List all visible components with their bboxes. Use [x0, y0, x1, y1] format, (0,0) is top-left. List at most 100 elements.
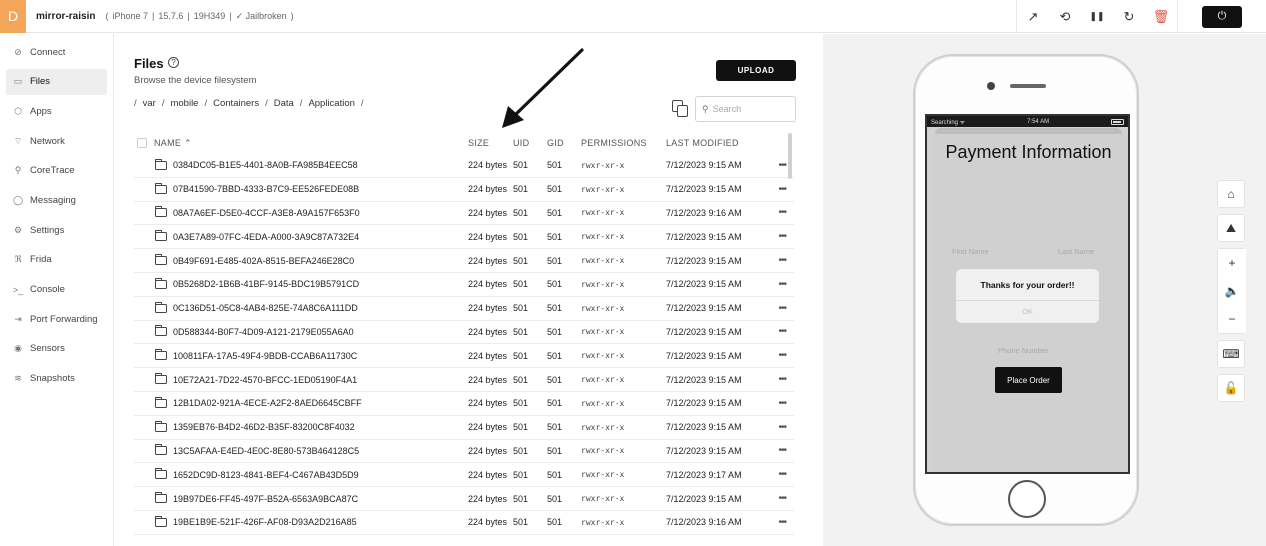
file-name[interactable]: 1652DC9D-8123-4841-BEF4-C467AB43D5D9 — [173, 470, 359, 480]
copy-path-icon[interactable] — [672, 100, 688, 117]
file-name[interactable]: 10E72A21-7D22-4570-BFCC-1ED05190F4A1 — [173, 375, 357, 385]
table-row[interactable]: 1359EB76-B4D2-46D2-B35F-83200C8F4032 224 … — [134, 416, 794, 440]
help-icon[interactable]: ? — [168, 57, 179, 68]
table-row[interactable]: 19B97DE6-FF45-497F-B52A-6563A9BCA87C 224 … — [134, 487, 794, 511]
table-row[interactable]: 0C136D51-05C8-4AB4-825E-74A8C6A111DD 224 … — [134, 297, 794, 321]
more-options-icon[interactable]: ••• — [766, 303, 787, 314]
name-cell[interactable]: 19B97DE6-FF45-497F-B52A-6563A9BCA87C — [154, 492, 468, 504]
sidebar-item-console[interactable]: >_ Console — [6, 277, 107, 303]
name-cell[interactable]: 0B49F691-E485-402A-8515-BEFA246E28C0 — [154, 254, 468, 266]
sidebar-item-network[interactable]: ⌔ Network — [6, 128, 107, 154]
more-options-icon[interactable]: ••• — [766, 160, 787, 171]
file-name[interactable]: 19B97DE6-FF45-497F-B52A-6563A9BCA87C — [173, 494, 358, 504]
column-size[interactable]: SIZE — [468, 138, 513, 148]
file-name[interactable]: 0384DC05-B1E5-4401-8A0B-FA985B4EEC58 — [173, 160, 358, 170]
file-name[interactable]: 07B41590-7BBD-4333-B7C9-EE526FEDE08B — [173, 184, 359, 194]
name-cell[interactable]: 07B41590-7BBD-4333-B7C9-EE526FEDE08B — [154, 182, 468, 194]
column-last-modified[interactable]: LAST MODIFIED — [666, 138, 766, 148]
breadcrumb-item[interactable]: Application — [308, 98, 354, 109]
column-permissions[interactable]: PERMISSIONS — [581, 138, 666, 148]
table-row[interactable]: 100811FA-17A5-49F4-9BDB-CCAB6A11730C 224 … — [134, 344, 794, 369]
place-order-button[interactable]: Place Order — [995, 367, 1062, 393]
table-row[interactable]: 0B49F691-E485-402A-8515-BEFA246E28C0 224 … — [134, 249, 794, 273]
pause-icon[interactable]: ❚❚ — [1081, 0, 1113, 33]
file-name[interactable]: 0B49F691-E485-402A-8515-BEFA246E28C0 — [173, 256, 354, 266]
name-cell[interactable]: 0A3E7A89-07FC-4EDA-A000-3A9C87A732E4 — [154, 230, 468, 242]
first-name-field[interactable]: First Name — [952, 247, 989, 256]
device-screen[interactable]: Searching ᯤ 7:54 AM Payment Information … — [925, 114, 1130, 474]
file-name[interactable]: 12B1DA02-921A-4ECE-A2F2-8AED6645CBFF — [173, 398, 362, 408]
more-options-icon[interactable]: ••• — [766, 184, 787, 195]
name-cell[interactable]: 0384DC05-B1E5-4401-8A0B-FA985B4EEC58 — [154, 158, 468, 170]
file-name[interactable]: 0B5268D2-1B6B-41BF-9145-BDC19B5791CD — [173, 279, 359, 289]
more-options-icon[interactable]: ••• — [766, 255, 787, 266]
name-cell[interactable]: 100811FA-17A5-49F4-9BDB-CCAB6A11730C — [154, 349, 468, 361]
more-options-icon[interactable]: ••• — [766, 374, 787, 385]
reload-icon[interactable]: ↻ — [1113, 0, 1145, 33]
name-cell[interactable]: 0C136D51-05C8-4AB4-825E-74A8C6A111DD — [154, 301, 468, 313]
more-options-icon[interactable]: ••• — [766, 445, 787, 456]
search-input[interactable] — [712, 104, 783, 114]
table-row[interactable]: 1652DC9D-8123-4841-BEF4-C467AB43D5D9 224 … — [134, 463, 794, 488]
sidebar-item-messaging[interactable]: ◯ Messaging — [6, 187, 107, 213]
file-name[interactable]: 1359EB76-B4D2-46D2-B35F-83200C8F4032 — [173, 422, 355, 432]
file-name[interactable]: 100811FA-17A5-49F4-9BDB-CCAB6A11730C — [173, 351, 357, 361]
more-options-icon[interactable]: ••• — [766, 207, 787, 218]
name-cell[interactable]: 0D588344-B0F7-4D09-A121-2179E055A6A0 — [154, 325, 468, 337]
name-cell[interactable]: 10E72A21-7D22-4570-BFCC-1ED05190F4A1 — [154, 373, 468, 385]
table-row[interactable]: 19BE1B9E-521F-426F-AF08-D93A2D216A85 224 … — [134, 511, 794, 535]
sidebar-item-apps[interactable]: ⬡ Apps — [6, 98, 107, 124]
device-avatar[interactable]: D — [0, 0, 26, 33]
delete-icon[interactable]: 🗑 — [1145, 0, 1177, 33]
sidebar-item-port-forwarding[interactable]: ⇥ Port Forwarding — [6, 306, 107, 332]
table-row[interactable]: 0384DC05-B1E5-4401-8A0B-FA985B4EEC58 224 … — [134, 154, 794, 178]
home-button[interactable] — [1008, 480, 1046, 518]
lock-icon[interactable]: 🔓 — [1217, 374, 1245, 402]
breadcrumb-item[interactable]: Data — [274, 98, 294, 109]
sidebar-item-snapshots[interactable]: ≋ Snapshots — [6, 366, 107, 392]
last-name-field[interactable]: Last Name — [1058, 247, 1094, 256]
sidebar-item-settings[interactable]: ⚙ Settings — [6, 217, 107, 243]
name-cell[interactable]: 1652DC9D-8123-4841-BEF4-C467AB43D5D9 — [154, 468, 468, 480]
table-row[interactable]: 0B5268D2-1B6B-41BF-9145-BDC19B5791CD 224 … — [134, 273, 794, 297]
search-box[interactable]: ⚲ — [695, 96, 796, 122]
file-name[interactable]: 13C5AFAA-E4ED-4E0C-8E80-573B464128C5 — [173, 446, 359, 456]
more-options-icon[interactable]: ••• — [766, 326, 787, 337]
column-name[interactable]: NAME ⌃ — [154, 138, 468, 149]
more-options-icon[interactable]: ••• — [766, 279, 787, 290]
sidebar-item-frida[interactable]: ℜ Frida — [6, 247, 107, 273]
file-name[interactable]: 0C136D51-05C8-4AB4-825E-74A8C6A111DD — [173, 303, 358, 313]
power-button[interactable]: ⏻ — [1202, 5, 1242, 28]
open-external-icon[interactable]: ↗ — [1017, 0, 1049, 33]
table-row[interactable]: 10E72A21-7D22-4570-BFCC-1ED05190F4A1 224 … — [134, 368, 794, 392]
table-row[interactable]: 0A3E7A89-07FC-4EDA-A000-3A9C87A732E4 224 … — [134, 225, 794, 250]
file-name[interactable]: 0D588344-B0F7-4D09-A121-2179E055A6A0 — [173, 327, 354, 337]
more-options-icon[interactable]: ••• — [766, 517, 787, 528]
more-options-icon[interactable]: ••• — [766, 493, 787, 504]
more-options-icon[interactable]: ••• — [766, 231, 787, 242]
breadcrumb-item[interactable]: mobile — [170, 98, 198, 109]
keyboard-icon[interactable]: ⌨ — [1217, 340, 1245, 368]
name-cell[interactable]: 1359EB76-B4D2-46D2-B35F-83200C8F4032 — [154, 420, 468, 432]
rotate-icon[interactable]: ⟲ — [1049, 0, 1081, 33]
phone-number-field[interactable]: Phone Number — [998, 346, 1048, 355]
breadcrumb-item[interactable]: Containers — [213, 98, 259, 109]
upload-button[interactable]: UPLOAD — [716, 60, 796, 81]
breadcrumb-item[interactable]: var — [143, 98, 156, 109]
name-cell[interactable]: 19BE1B9E-521F-426F-AF08-D93A2D216A85 — [154, 515, 468, 527]
screenshot-icon[interactable]: ⛰ — [1217, 214, 1245, 242]
volume-up-icon[interactable]: + — [1218, 249, 1246, 277]
column-uid[interactable]: UID — [513, 138, 547, 148]
sidebar-item-connect[interactable]: ⊘ Connect — [6, 39, 107, 65]
table-row[interactable]: 13C5AFAA-E4ED-4E0C-8E80-573B464128C5 224 … — [134, 440, 794, 464]
table-row[interactable]: 07B41590-7BBD-4333-B7C9-EE526FEDE08B 224 … — [134, 178, 794, 202]
volume-down-icon[interactable]: − — [1218, 305, 1246, 333]
name-cell[interactable]: 0B5268D2-1B6B-41BF-9145-BDC19B5791CD — [154, 277, 468, 289]
home-icon[interactable]: ⌂ — [1217, 180, 1245, 208]
file-name[interactable]: 0A3E7A89-07FC-4EDA-A000-3A9C87A732E4 — [173, 232, 359, 242]
name-cell[interactable]: 12B1DA02-921A-4ECE-A2F2-8AED6645CBFF — [154, 396, 468, 408]
sidebar-item-sensors[interactable]: ◉ Sensors — [6, 336, 107, 362]
table-row[interactable]: 0D588344-B0F7-4D09-A121-2179E055A6A0 224 … — [134, 321, 794, 345]
more-options-icon[interactable]: ••• — [766, 350, 787, 361]
scrollbar[interactable] — [788, 133, 792, 179]
